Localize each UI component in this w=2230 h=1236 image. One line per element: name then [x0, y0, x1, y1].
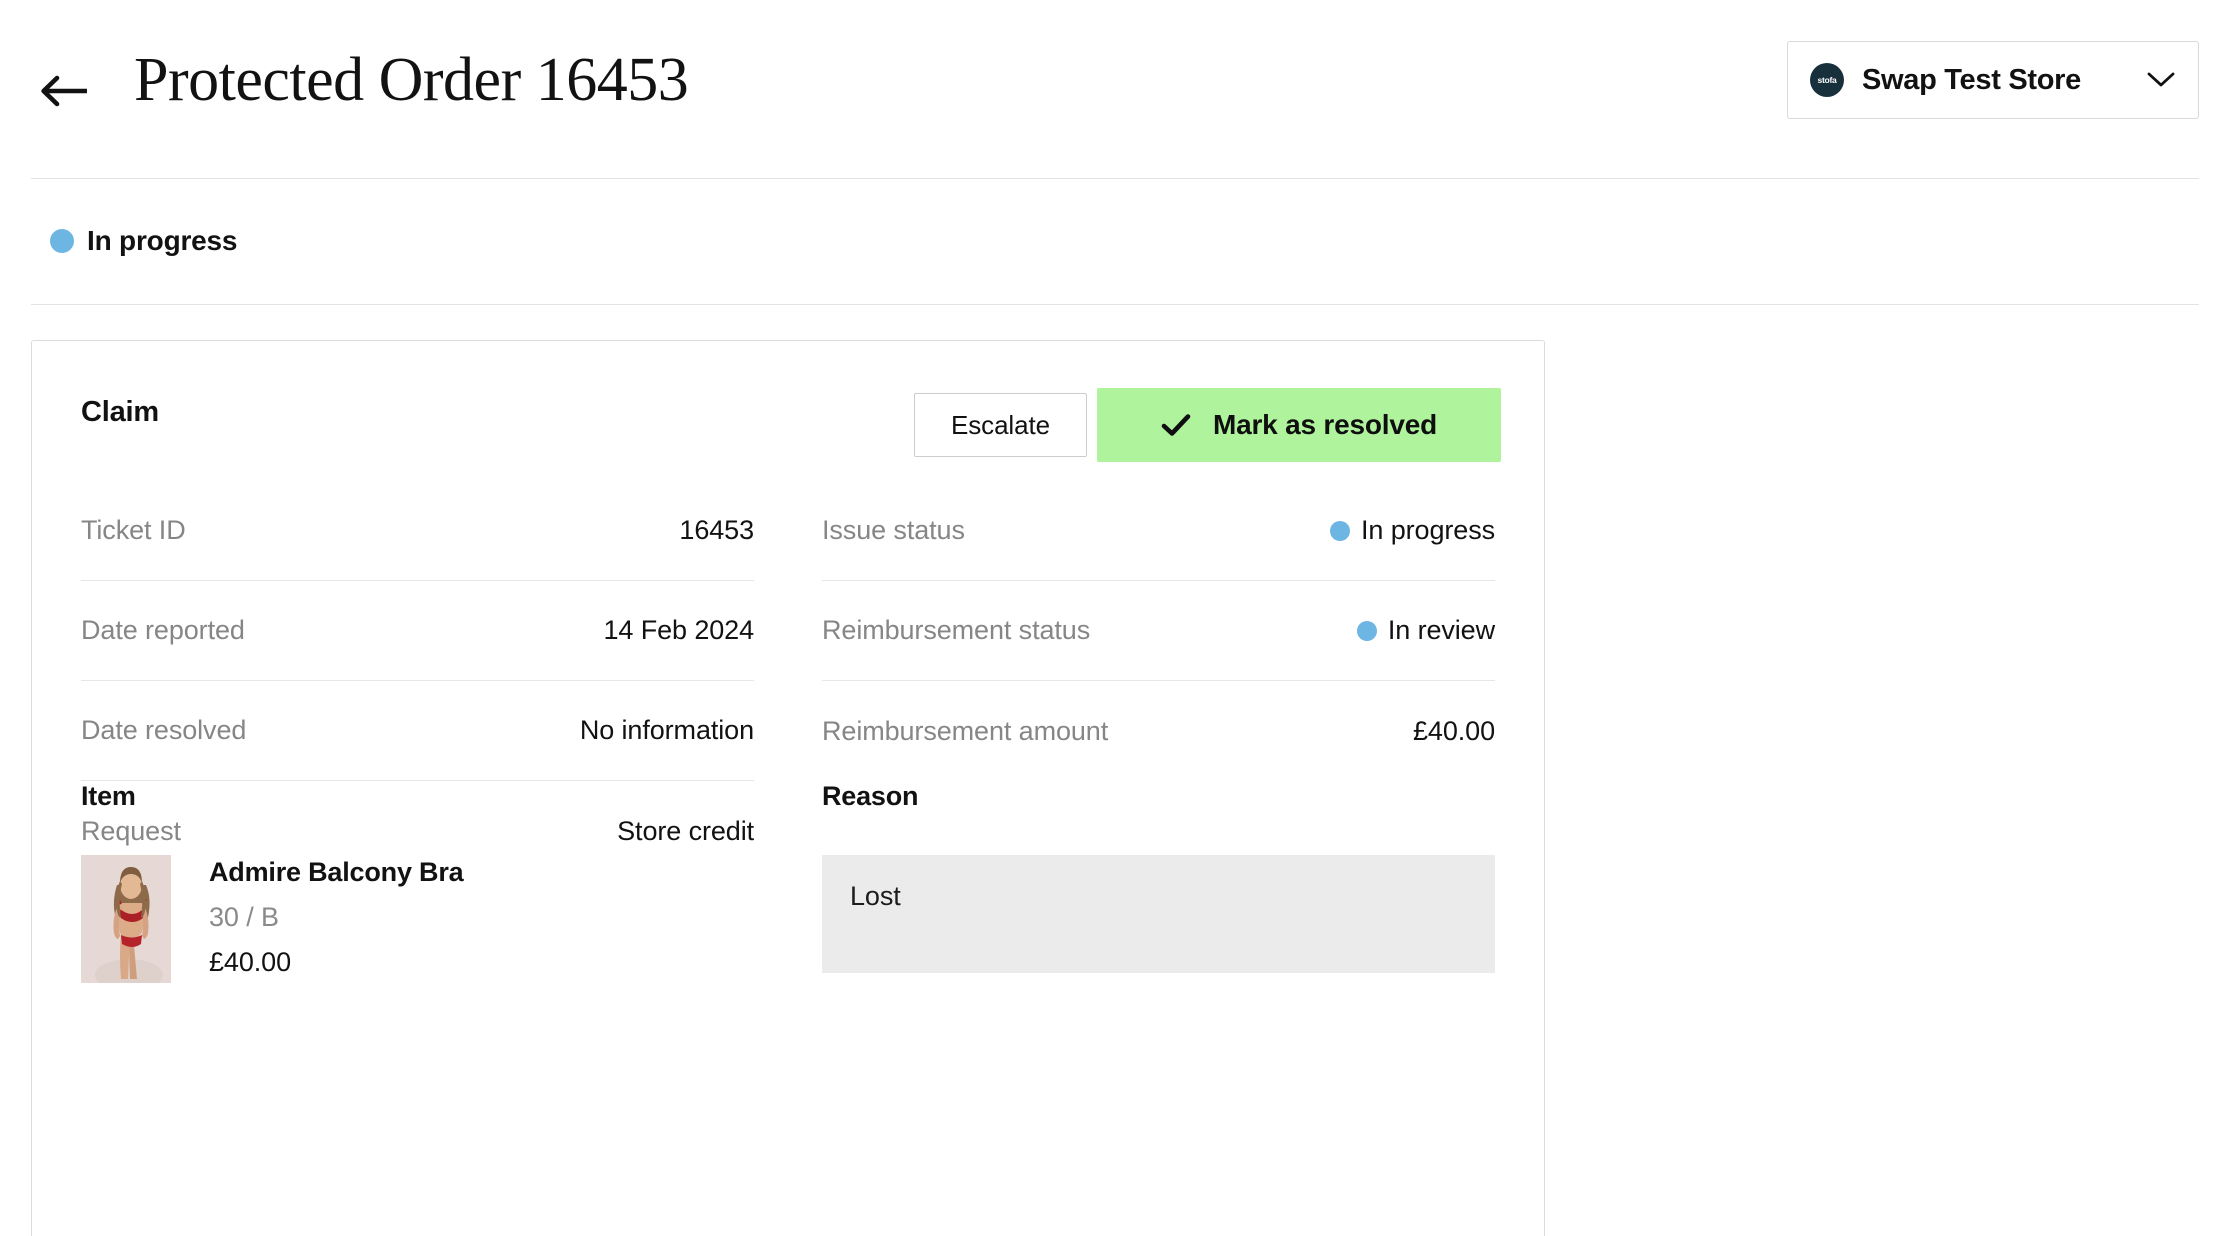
detail-value: In review	[1387, 615, 1495, 645]
detail-row: Ticket ID 16453	[81, 481, 754, 581]
product-info: Admire Balcony Bra 30 / B £40.00	[209, 855, 464, 978]
detail-row: Date reported 14 Feb 2024	[81, 581, 754, 681]
list-item[interactable]: Admire Balcony Bra 30 / B £40.00	[81, 855, 754, 983]
check-icon	[1161, 413, 1191, 437]
mark-as-resolved-label: Mark as resolved	[1212, 409, 1438, 440]
mark-as-resolved-button[interactable]: Mark as resolved	[1097, 388, 1501, 462]
detail-value-wrap: In progress	[1330, 515, 1495, 546]
status-dot-icon	[1330, 520, 1351, 541]
detail-key: Reimbursement amount	[822, 715, 1109, 746]
store-name: Swap Test Store	[1862, 63, 2081, 96]
detail-key: Date reported	[81, 615, 245, 645]
order-detail-page: Protected Order 16453 stofa Swap Test St…	[0, 0, 2230, 1236]
reason-section: Reason Lost	[822, 781, 1495, 983]
claim-card-header: Claim Escalate Mark as resolved	[32, 341, 1544, 471]
product-name: Admire Balcony Bra	[209, 857, 464, 887]
reason-section-title: Reason	[822, 781, 919, 811]
claim-card: Claim Escalate Mark as resolved Ticket I…	[31, 340, 1545, 1236]
store-avatar: stofa	[1810, 63, 1844, 97]
store-avatar-label: stofa	[1817, 75, 1837, 85]
back-arrow-icon[interactable]	[36, 62, 94, 120]
detail-key: Reimbursement status	[822, 615, 1091, 645]
detail-value: No information	[579, 715, 754, 745]
chevron-down-icon[interactable]	[2146, 71, 2176, 89]
status-dot-icon	[50, 229, 74, 253]
status-divider	[31, 304, 2199, 305]
product-thumbnail	[81, 855, 171, 983]
page-title: Protected Order 16453	[134, 46, 689, 114]
claim-lower-sections: Item Admire Balcony Bra 30 / B £40.00 Re…	[32, 781, 1544, 983]
store-selector[interactable]: stofa Swap Test Store	[1787, 41, 2199, 119]
detail-value: In progress	[1361, 515, 1495, 545]
escalate-button[interactable]: Escalate	[914, 393, 1087, 457]
product-variant: 30 / B	[209, 902, 279, 932]
claim-title: Claim	[81, 396, 159, 428]
detail-row: Reimbursement amount £40.00	[822, 681, 1495, 781]
detail-value: 16453	[679, 515, 754, 545]
detail-value: £40.00	[1413, 715, 1495, 746]
detail-row: Issue status In progress	[822, 481, 1495, 581]
detail-row: Reimbursement status In review	[822, 581, 1495, 681]
detail-value-wrap: In review	[1356, 615, 1495, 646]
reason-box: Lost	[822, 855, 1495, 973]
product-price: £40.00	[209, 947, 291, 977]
status-badge: In progress	[50, 225, 237, 257]
item-section: Item Admire Balcony Bra 30 / B £40.00	[81, 781, 754, 983]
reason-value: Lost	[850, 881, 901, 911]
header-divider	[31, 178, 2199, 179]
page-header: Protected Order 16453 stofa Swap Test St…	[0, 0, 2230, 178]
status-dot-icon	[1356, 620, 1377, 641]
detail-key: Ticket ID	[81, 515, 186, 545]
detail-value: 14 Feb 2024	[603, 615, 754, 645]
detail-key: Date resolved	[81, 715, 247, 745]
item-section-title: Item	[81, 781, 136, 811]
status-label: In progress	[87, 225, 238, 256]
detail-row: Date resolved No information	[81, 681, 754, 781]
detail-key: Issue status	[822, 515, 965, 545]
